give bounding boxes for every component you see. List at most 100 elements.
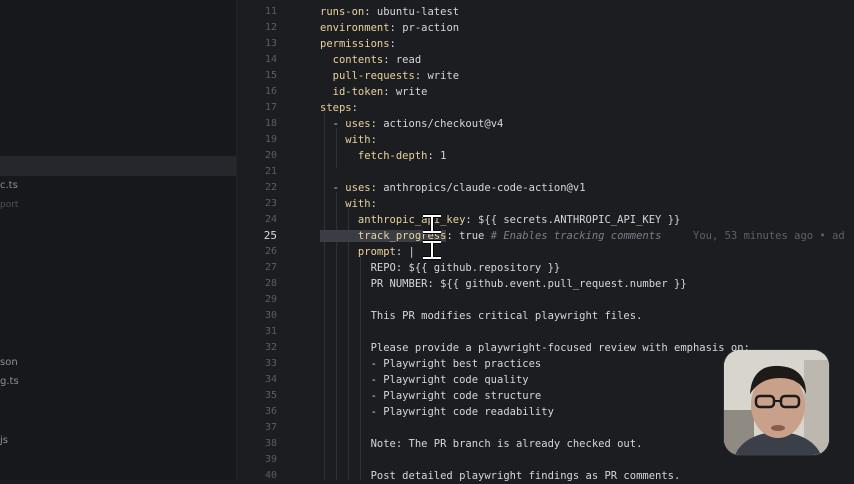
code-line[interactable]: - Playwright code quality [320,372,529,388]
code-line[interactable]: Note: The PR branch is already checked o… [320,436,643,452]
code-line[interactable]: with: [320,196,377,212]
yaml-key: runs-on [320,6,365,18]
line-number: 30 [264,310,277,321]
code-token: : anthropics/claude-code-action@v1 [370,182,586,194]
line-number: 12 [264,22,277,33]
sidebar-file-item[interactable]: c.ts [0,180,18,191]
code-token: : | [395,246,415,258]
line-number: 15 [264,70,277,81]
code-token: : [351,102,358,114]
code-token: : pr-action [389,22,460,34]
code-token: : actions/checkout@v4 [370,118,504,130]
sidebar-file-item[interactable]: port [0,200,18,210]
line-number: 39 [264,454,277,465]
code-line[interactable]: anthropic_api_key: ${{ secrets.ANTHROPIC… [320,212,680,228]
line-number: 18 [264,118,277,129]
line-number: 25 [263,229,277,242]
code-token: PR NUMBER: ${{ github.event.pull_request… [320,278,687,290]
code-token: - [320,118,346,130]
code-token: - [320,182,346,194]
code-line[interactable]: - uses: anthropics/claude-code-action@v1 [320,180,586,196]
code-token: - Playwright code quality [320,374,529,386]
code-token: : ubuntu-latest [364,6,460,18]
yaml-key: pull-requests [320,70,415,82]
line-number: 35 [264,390,277,401]
yaml-key: fetch-depth [320,150,428,162]
line-number: 33 [264,358,277,369]
code-token: REPO: ${{ github.repository }} [320,262,561,274]
code-token: - Playwright best practices [320,358,542,370]
code-line[interactable]: Post detailed playwright findings as PR … [320,468,681,484]
git-blame-annotation: You, 53 minutes ago • ad [661,230,845,242]
code-token: : [370,134,377,146]
yaml-key: with [320,134,371,146]
line-number: 40 [264,470,277,481]
sidebar-file-item[interactable]: js [0,435,8,446]
yaml-key: permissions [320,38,390,50]
yaml-key: uses [345,182,371,194]
code-token: Post detailed playwright findings as PR … [320,470,681,482]
code-line[interactable]: track_progress: true # Enables tracking … [320,228,845,244]
code-line[interactable]: environment: pr-action [320,20,459,36]
line-number: 17 [264,102,277,113]
line-number: 13 [264,38,277,49]
line-number: 38 [264,438,277,449]
yaml-key: steps [320,102,352,114]
line-number: 36 [264,406,277,417]
line-number: 28 [264,278,277,289]
line-number: 23 [264,198,277,209]
code-line[interactable]: - Playwright code structure [320,388,542,404]
code-line[interactable]: Please provide a playwright-focused revi… [320,340,750,356]
code-token: : write [414,70,460,82]
code-line[interactable]: steps: [320,100,358,116]
code-line[interactable]: REPO: ${{ github.repository }} [320,260,561,276]
presenter-face-icon [724,350,829,455]
yaml-key: environment [320,22,390,34]
code-token: : read [383,54,422,66]
sidebar-file-item[interactable]: son [0,357,18,368]
code-token: : [389,38,396,50]
webcam-overlay [724,350,829,455]
code-token: Note: The PR branch is already checked o… [320,438,643,450]
code-line[interactable]: runs-on: ubuntu-latest [320,4,459,20]
code-token: - Playwright code structure [320,390,542,402]
code-line[interactable]: permissions: [320,36,396,52]
line-number: 21 [264,166,277,177]
code-line[interactable]: pull-requests: write [320,68,459,84]
code-line[interactable]: prompt: | [320,244,415,260]
code-line[interactable]: contents: read [320,52,422,68]
code-line[interactable]: - Playwright code readability [320,404,554,420]
yaml-key: uses [345,118,371,130]
line-number: 16 [264,86,277,97]
code-line[interactable]: id-token: write [320,84,428,100]
line-number: 29 [264,294,277,305]
code-token: This PR modifies critical playwright fil… [320,310,643,322]
file-explorer-sidebar: c.ts port son g.ts js [0,0,237,480]
line-number: 20 [264,150,277,161]
code-line[interactable]: This PR modifies critical playwright fil… [320,308,643,324]
code-token: : true [446,230,491,242]
code-line[interactable]: with: [320,132,377,148]
line-number: 24 [264,214,277,225]
code-token: : [370,198,377,210]
mouse-cursor-icon [423,214,441,260]
yaml-key: with [320,198,371,210]
sidebar-active-row[interactable] [0,156,236,176]
code-line[interactable]: - uses: actions/checkout@v4 [320,116,504,132]
line-number: 22 [264,182,277,193]
code-token: Please provide a playwright-focused revi… [320,342,750,354]
code-token: : write [383,86,428,98]
line-number: 34 [264,374,277,385]
code-line[interactable]: PR NUMBER: ${{ github.event.pull_request… [320,276,687,292]
line-number: 31 [264,326,277,337]
line-number: 32 [264,342,277,353]
sidebar-file-item[interactable]: g.ts [0,376,19,387]
line-number: 27 [264,262,277,273]
code-line[interactable]: fetch-depth: 1 [320,148,447,164]
yaml-key: id-token [320,86,384,98]
line-number: 14 [264,54,277,65]
line-number-gutter: 11 12 13 14 15 16 17 18 19 20 21 22 23 24 25 26 27 28 29 30… [237,0,277,481]
code-token: - Playwright code readability [320,406,554,418]
code-line[interactable]: - Playwright best practices [320,356,542,372]
line-number: 37 [264,422,277,433]
